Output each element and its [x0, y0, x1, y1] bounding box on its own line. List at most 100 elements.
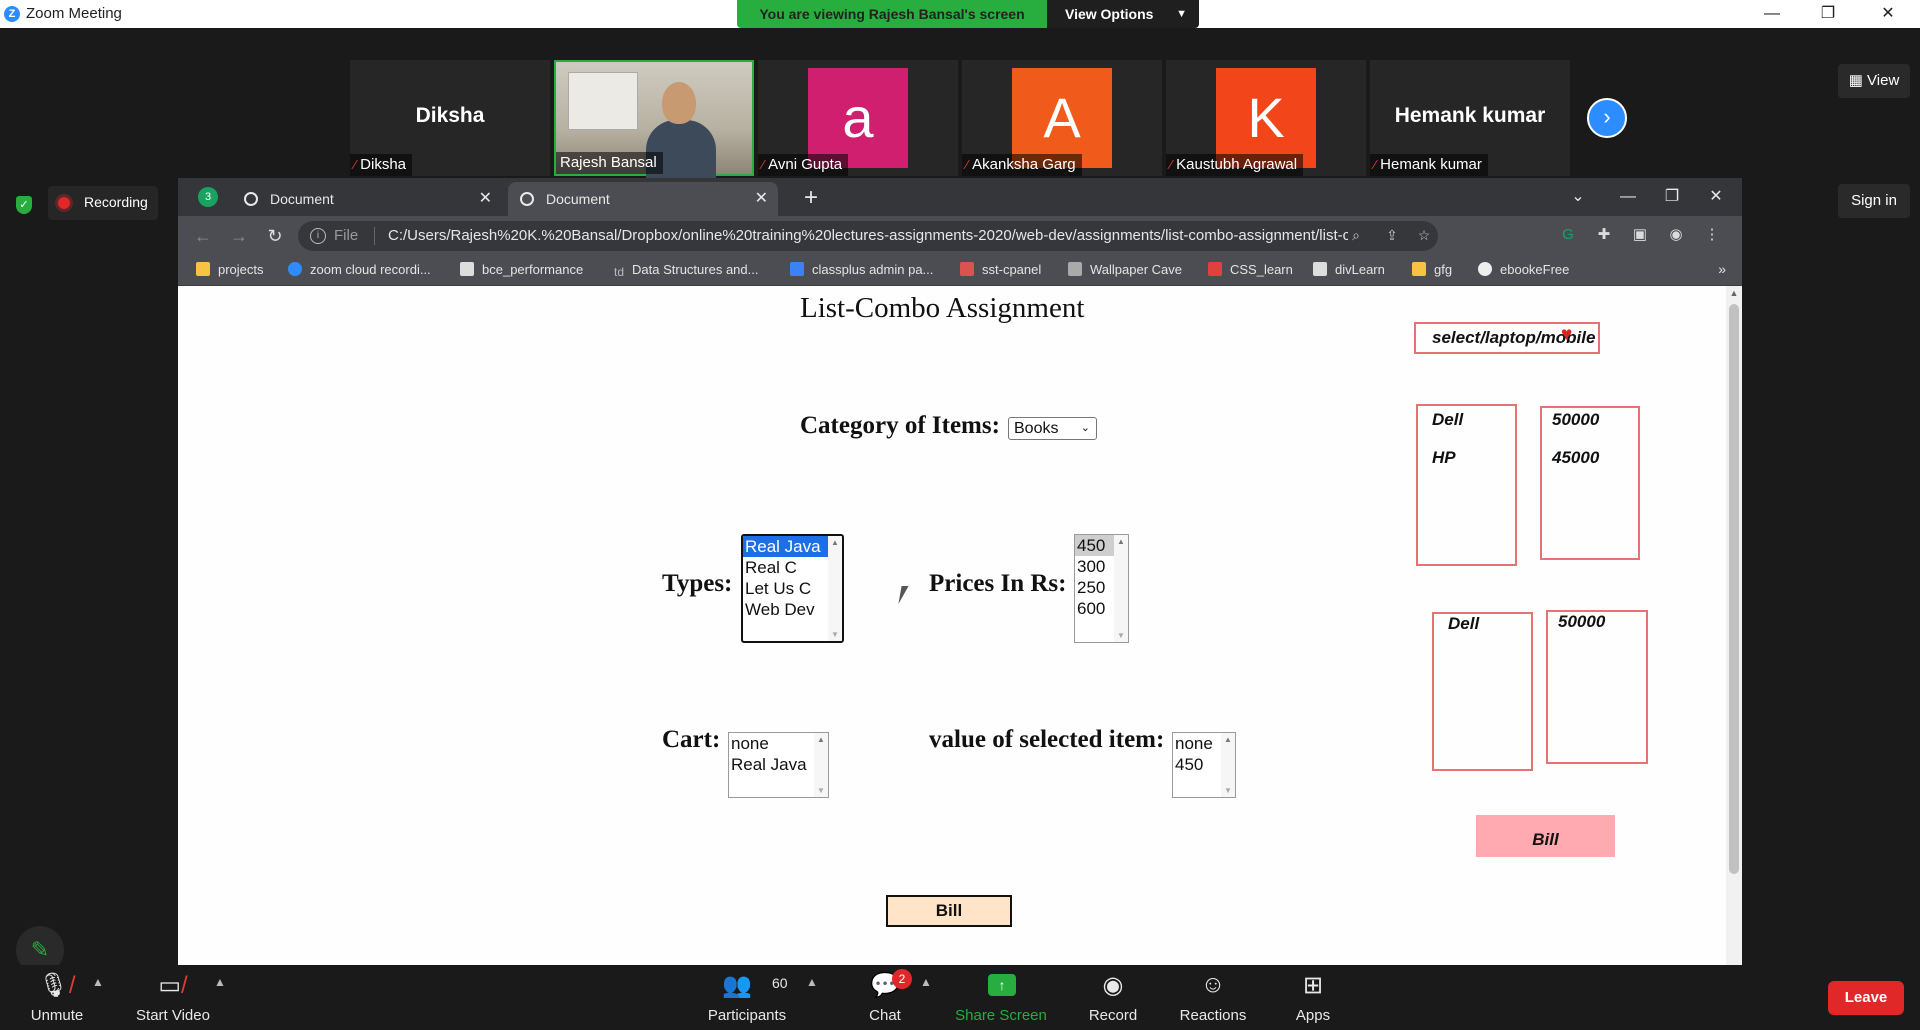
- category-select[interactable]: Books ⌄: [1008, 417, 1097, 440]
- avatar: a: [808, 68, 908, 168]
- participant-tile-diksha[interactable]: Diksha ⁄ Diksha: [350, 60, 550, 176]
- tab-strip: 3 Document ✕ Document ✕ + ⌄ — ❐ ✕: [178, 178, 1742, 216]
- share-screen-button[interactable]: ↑ Share Screen: [946, 965, 1056, 1030]
- back-icon[interactable]: ←: [188, 222, 218, 250]
- participant-name-large: Diksha: [415, 104, 485, 127]
- tab-document-1[interactable]: Document ✕: [232, 182, 502, 216]
- scrollbar-thumb[interactable]: [1729, 304, 1739, 874]
- chevron-up-icon[interactable]: ▲: [214, 975, 226, 989]
- site-icon: [1208, 262, 1222, 276]
- tab-group-count[interactable]: 3: [198, 187, 218, 207]
- info-icon[interactable]: i: [310, 228, 326, 244]
- side-panel-icon[interactable]: ▣: [1630, 225, 1650, 245]
- view-options-button[interactable]: View Options ▼: [1047, 0, 1199, 28]
- grammarly-icon[interactable]: G: [1558, 225, 1578, 245]
- tab-search-chevron-icon[interactable]: ⌄: [1558, 180, 1598, 214]
- bookmark-bce-performance[interactable]: bce_performance: [460, 262, 583, 277]
- video-off-icon: ▭/: [158, 972, 188, 999]
- sketch-list-names-2: Dell: [1432, 612, 1533, 771]
- close-icon[interactable]: ✕: [1860, 0, 1916, 28]
- recording-label: Recording: [84, 194, 148, 210]
- profile-avatar-icon[interactable]: ◉: [1666, 225, 1686, 245]
- participant-tile-avni-gupta[interactable]: a ⁄ Avni Gupta: [758, 60, 958, 176]
- chat-badge: 2: [892, 969, 912, 989]
- bookmark-wallpaper-cave[interactable]: Wallpaper Cave: [1068, 262, 1182, 277]
- leave-button[interactable]: Leave: [1828, 981, 1904, 1015]
- forward-icon[interactable]: →: [224, 222, 254, 250]
- share-icon[interactable]: ⇪: [1382, 227, 1402, 245]
- scroll-up-icon[interactable]: ▲: [1729, 288, 1739, 298]
- scrollbar[interactable]: ▲ ▼: [828, 536, 842, 641]
- value-listbox[interactable]: none 450 ▲ ▼: [1172, 732, 1236, 798]
- bookmark-css-learn[interactable]: CSS_learn: [1208, 262, 1293, 277]
- shared-browser-window: 3 Document ✕ Document ✕ + ⌄ — ❐ ✕ ← → ↻ …: [178, 178, 1742, 993]
- prices-listbox[interactable]: 450 300 250 600 ▲ ▼: [1074, 534, 1129, 643]
- participant-label: ⁄ Kaustubh Agrawal: [1166, 154, 1304, 176]
- address-bar[interactable]: i File C:/Users/Rajesh%20K.%20Bansal/Dro…: [298, 221, 1438, 251]
- scrollbar[interactable]: ▲ ▼: [1221, 733, 1235, 797]
- recording-indicator[interactable]: Recording: [48, 186, 158, 220]
- bookmark-ebookefree[interactable]: ebookeFree: [1478, 262, 1569, 277]
- address-url[interactable]: C:/Users/Rajesh%20K.%20Bansal/Dropbox/on…: [388, 227, 1348, 244]
- avatar: A: [1012, 68, 1112, 168]
- bookmark-data-structures[interactable]: td Data Structures and...: [614, 262, 758, 279]
- chevron-up-icon[interactable]: ▲: [920, 975, 932, 989]
- bookmarks-overflow-icon[interactable]: »: [1718, 261, 1726, 277]
- zoom-magnifier-icon[interactable]: ⌕: [1346, 227, 1366, 245]
- participant-label: ⁄ Akanksha Garg: [962, 154, 1082, 176]
- share-screen-icon: ↑: [988, 974, 1016, 996]
- restore-icon[interactable]: ❐: [1652, 180, 1692, 214]
- cart-listbox[interactable]: none Real Java ▲ ▼: [728, 732, 829, 798]
- types-listbox[interactable]: Real Java Real C Let Us C Web Dev ▲ ▼: [741, 534, 844, 643]
- shield-icon[interactable]: ✓: [16, 196, 32, 214]
- apps-button[interactable]: ⊞ Apps: [1258, 965, 1368, 1030]
- reload-icon[interactable]: ↻: [260, 222, 290, 250]
- folder-icon: [1412, 262, 1426, 276]
- sign-in-button[interactable]: Sign in: [1838, 184, 1910, 218]
- reactions-button[interactable]: ☺ Reactions: [1158, 965, 1268, 1030]
- participant-tile-kaustubh-agrawal[interactable]: K ⁄ Kaustubh Agrawal: [1166, 60, 1366, 176]
- minimize-icon[interactable]: —: [1608, 180, 1648, 214]
- web-page: List-Combo Assignment Category of Items:…: [178, 286, 1726, 993]
- bookmark-divlearn[interactable]: divLearn: [1313, 262, 1385, 277]
- close-icon[interactable]: ✕: [755, 182, 768, 216]
- zoom-stage: Diksha ⁄ Diksha Rajesh Bansal a ⁄ Avni Gup…: [0, 28, 1920, 993]
- minimize-icon[interactable]: —: [1744, 0, 1800, 28]
- star-icon[interactable]: ☆: [1414, 227, 1434, 245]
- bookmark-gfg[interactable]: gfg: [1412, 262, 1452, 277]
- bookmark-classplus[interactable]: classplus admin pa...: [790, 262, 933, 277]
- new-tab-button[interactable]: +: [794, 182, 828, 216]
- participant-tile-akanksha-garg[interactable]: A ⁄ Akanksha Garg: [962, 60, 1162, 176]
- chevron-up-icon[interactable]: ▲: [92, 975, 104, 989]
- next-participants-button[interactable]: ›: [1587, 98, 1627, 138]
- bookmark-sst-cpanel[interactable]: sst-cpanel: [960, 262, 1041, 277]
- chevron-up-icon[interactable]: ▲: [806, 975, 818, 989]
- bookmark-zoom-cloud[interactable]: zoom cloud recordi...: [288, 262, 431, 277]
- zoom-logo-icon: Z: [4, 6, 20, 22]
- zoom-toolbar: 🎙/ Unmute ▲ ▭/ Start Video ▲ 👥 60 Partic…: [0, 965, 1920, 1030]
- globe-icon: [520, 192, 534, 206]
- tab-document-2[interactable]: Document ✕: [508, 182, 778, 216]
- extensions-puzzle-icon[interactable]: ✚: [1594, 225, 1614, 245]
- close-icon[interactable]: ✕: [479, 182, 492, 216]
- sketch-list-names-1: Dell HP: [1416, 404, 1517, 566]
- participant-label: Rajesh Bansal: [556, 152, 663, 174]
- participant-tile-hemank-kumar[interactable]: Hemank kumar ⁄ Hemank kumar: [1370, 60, 1570, 176]
- start-video-button[interactable]: ▭/ Start Video: [118, 965, 228, 1030]
- view-button[interactable]: ▦ View: [1838, 64, 1910, 98]
- participant-label: ⁄ Hemank kumar: [1370, 154, 1488, 176]
- site-icon: [1313, 262, 1327, 276]
- record-button[interactable]: ◉ Record: [1058, 965, 1168, 1030]
- restore-icon[interactable]: ❐: [1800, 0, 1856, 28]
- scrollbar[interactable]: ▲ ▼: [1114, 535, 1128, 642]
- bill-button[interactable]: Bill: [886, 895, 1012, 927]
- page-scrollbar[interactable]: ▲: [1726, 286, 1742, 993]
- scrollbar[interactable]: ▲ ▼: [814, 733, 828, 797]
- bookmark-projects[interactable]: projects: [196, 262, 264, 277]
- grid-icon: ▦: [1848, 72, 1863, 89]
- close-icon[interactable]: ✕: [1696, 180, 1736, 214]
- participants-button[interactable]: 👥 60 Participants: [692, 965, 802, 1030]
- apps-icon: ⊞: [1302, 972, 1324, 999]
- menu-kebab-icon[interactable]: ⋮: [1702, 225, 1722, 245]
- participant-tile-rajesh-bansal[interactable]: Rajesh Bansal: [554, 60, 754, 178]
